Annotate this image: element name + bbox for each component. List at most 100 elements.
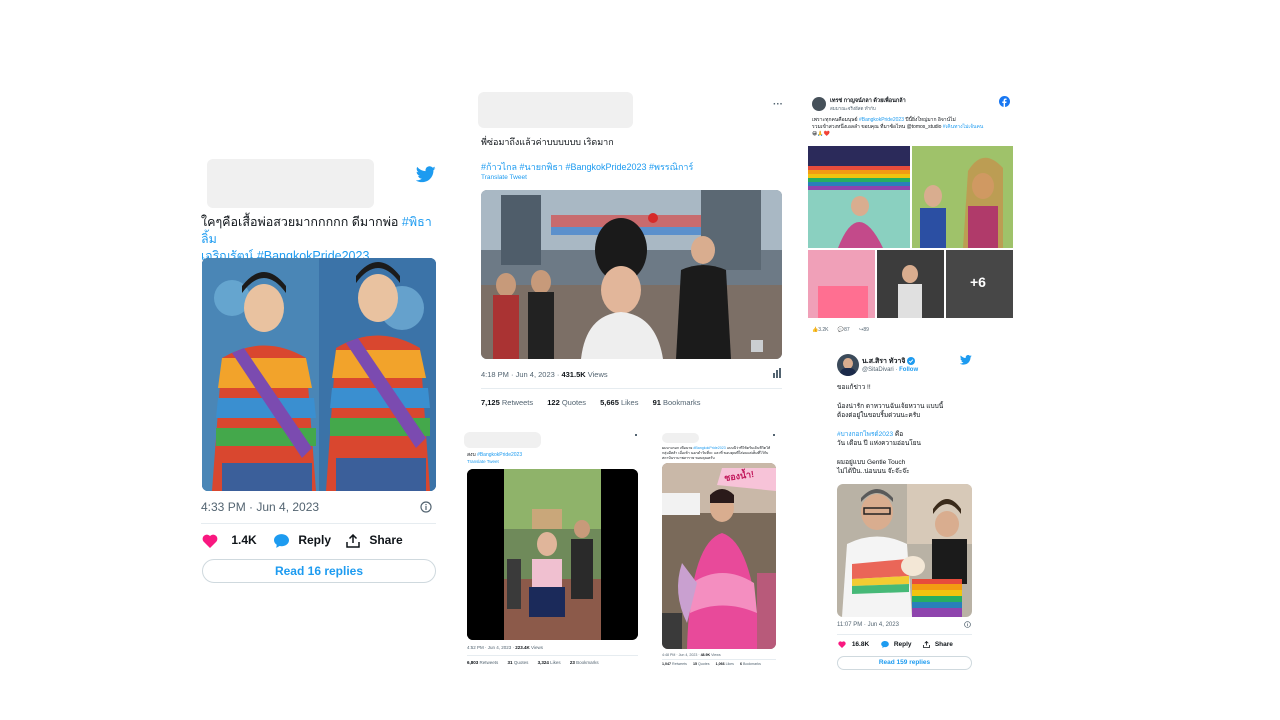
reaction-count[interactable]: 3.2K	[818, 327, 828, 333]
bookmarks-label[interactable]: Bookmarks	[575, 660, 599, 665]
post-subtitle: สมมาณะจริงอีสด ทำกับ	[830, 106, 876, 111]
tweet-video-thumbnail[interactable]	[481, 190, 782, 359]
user-handle[interactable]: @SitaDivari	[862, 367, 894, 373]
translate-link[interactable]: Translate Tweet	[481, 174, 527, 181]
tweet-timestamp[interactable]: 4:48 PM · Jun 4, 2023 ·	[662, 653, 701, 657]
tweet-timestamp[interactable]: 4:33 PM · Jun 4, 2023	[201, 500, 319, 514]
bookmarks-count: 91	[652, 398, 661, 407]
tweet-photo[interactable]	[202, 258, 436, 491]
views-count: 431.5K	[561, 370, 586, 379]
heart-icon	[838, 641, 846, 648]
likes-label[interactable]: Likes	[619, 398, 639, 407]
share-icon	[346, 533, 360, 548]
tweet-timestamp[interactable]: 4:52 PM · Jun 4, 2023 ·	[467, 645, 515, 650]
follow-button[interactable]: Follow	[899, 367, 918, 373]
tweet-text: ไม่ได้ปีน..น่อนนน จ๊ะจ๊ะจ๊ะ	[837, 468, 910, 475]
hashtag-link[interactable]: #BangkokPride2023	[859, 117, 904, 123]
hashtag-link[interactable]: #BangkokPride2023	[477, 452, 522, 458]
retweets-count: 6,803	[467, 660, 479, 665]
like-button[interactable]: 16.8K	[838, 641, 869, 648]
views-label: Views	[585, 370, 608, 379]
likes-count: 3,324	[537, 660, 549, 665]
like-count: 1.4K	[231, 533, 257, 547]
hashtag-link[interactable]: #BangkokPride2023	[693, 446, 725, 450]
hashtag-links[interactable]: #ก้าวไกล #นายกพิธา #BangkokPride2023 #พร…	[481, 160, 693, 174]
views-count: 223.4K	[515, 645, 530, 650]
read-replies-button[interactable]: Read 159 replies	[837, 656, 972, 670]
quotes-label[interactable]: Quotes	[560, 398, 586, 407]
share-count[interactable]: 89	[863, 327, 869, 333]
likes-label[interactable]: Likes	[549, 660, 561, 665]
hashtag-link[interactable]: #บางกอกไพรด์2023	[837, 431, 893, 438]
avatar[interactable]	[812, 97, 826, 111]
info-icon[interactable]	[420, 501, 432, 513]
reply-label: Reply	[298, 533, 332, 547]
photo-man-with-dog-pride	[837, 484, 972, 617]
info-icon[interactable]	[964, 621, 971, 628]
reply-button[interactable]: Reply	[881, 641, 912, 648]
quotes-count: 122	[547, 398, 560, 407]
share-icon	[923, 641, 930, 648]
comment-count[interactable]: 87	[844, 327, 850, 333]
reply-bubble-icon	[881, 641, 889, 648]
views-label: Views	[710, 653, 721, 657]
more-photos-count[interactable]: +6	[970, 274, 986, 290]
tweet-text: เมื่อเช้า นอกคำวันที่จะ และที่ ขอบคุณที่…	[662, 451, 769, 460]
post-text: รวมเข้าสวงหนึ่งเอลลำ ขอบคุณ ที่มาซ้อไหน …	[812, 124, 943, 130]
author-redacted-block	[464, 432, 541, 448]
reply-label: Reply	[893, 641, 912, 649]
tweet-photo[interactable]	[837, 484, 972, 617]
heart-icon	[202, 534, 218, 548]
tweet-text: สงบ	[467, 452, 478, 458]
more-options-icon[interactable]	[635, 434, 637, 436]
share-button[interactable]: Share	[346, 533, 403, 548]
likes-label[interactable]: Likes	[725, 662, 734, 666]
quotes-label[interactable]: Quotes	[513, 660, 529, 665]
like-button[interactable]: 1.4K	[202, 533, 257, 548]
avatar[interactable]	[837, 354, 859, 376]
analytics-icon[interactable]	[772, 368, 782, 378]
post-text: ปีนี้ยิ่งใหญ่มาก อิจาน์ไม่	[904, 117, 956, 123]
bookmarks-label[interactable]: Bookmarks	[661, 398, 701, 407]
bookmarks-label[interactable]: Bookmarks	[742, 662, 761, 666]
retweets-label[interactable]: Retweets	[500, 398, 533, 407]
share-label: Share	[934, 641, 953, 649]
tweet-text: ผมบางกอก เพื่อนาย	[662, 446, 694, 450]
reply-button[interactable]: Reply	[274, 533, 331, 548]
views-count: 48.9K	[700, 653, 711, 657]
display-name[interactable]: น.ส.สิรา ทัวาจิ	[862, 358, 905, 365]
like-count: 16.8K	[851, 641, 870, 649]
more-options-icon[interactable]: ···	[773, 99, 783, 110]
translate-link[interactable]: Translate Tweet	[467, 459, 499, 464]
share-button[interactable]: Share	[923, 641, 953, 648]
likes-count: 5,665	[600, 398, 619, 407]
twitter-bird-icon	[416, 166, 436, 183]
tweet-text: ต้องต่อยู่ในขอบริ้มด่วนนะครับ	[837, 412, 921, 419]
tweet-text: ขอแก้ข่าว !!	[837, 384, 871, 391]
photo-grid-pride-parade	[808, 146, 1013, 318]
tweet-timestamp[interactable]: 11:07 PM · Jun 4, 2023	[837, 622, 899, 628]
retweets-label[interactable]: Retweets	[478, 660, 499, 665]
read-replies-button[interactable]: Read 16 replies	[202, 559, 436, 583]
tweet-text: ผมอยู่แบบ Gentle Touch	[837, 458, 906, 466]
share-label: Share	[369, 533, 403, 547]
likes-count: 1,066	[715, 662, 725, 666]
page-name[interactable]: เทรซ่ กาญจน์ภลา ด้วยเพื่อนกล้า	[830, 97, 906, 105]
tweet-text: คือ	[893, 430, 904, 438]
photo-grid[interactable]: +6	[808, 146, 1013, 318]
photo-pink-costume-parade	[662, 463, 776, 649]
hashtag-link[interactable]: #เคินทางไม่เจ้นคน	[943, 124, 983, 130]
tweet-video[interactable]	[467, 469, 638, 640]
tweet-text: วัน เดือน ปี แห่งความอ่อนโยน	[837, 440, 922, 447]
tweet-text: ใคๆคือเสื้อพ่อสวยมากกกกก ดีมากพ่อ	[201, 215, 402, 229]
post-text: เพราะทุกคนคือมนุษย์	[812, 117, 859, 123]
verified-badge-icon	[907, 357, 916, 366]
author-redacted-block	[207, 159, 374, 208]
more-options-icon[interactable]	[773, 434, 775, 436]
tweet-timestamp[interactable]: 4:18 PM · Jun 4, 2023 ·	[481, 370, 561, 379]
quotes-label[interactable]: Quotes	[697, 662, 710, 666]
tweet-photo[interactable]: ชองน้ำ!	[662, 463, 776, 649]
tweet-text: พี่ซ่อมาถึงแล้วค่าบบบบบบ เริดมาก	[481, 137, 614, 147]
retweets-label[interactable]: Retweets	[671, 662, 687, 666]
emoji-text: 😀🙏❤️	[812, 131, 830, 137]
